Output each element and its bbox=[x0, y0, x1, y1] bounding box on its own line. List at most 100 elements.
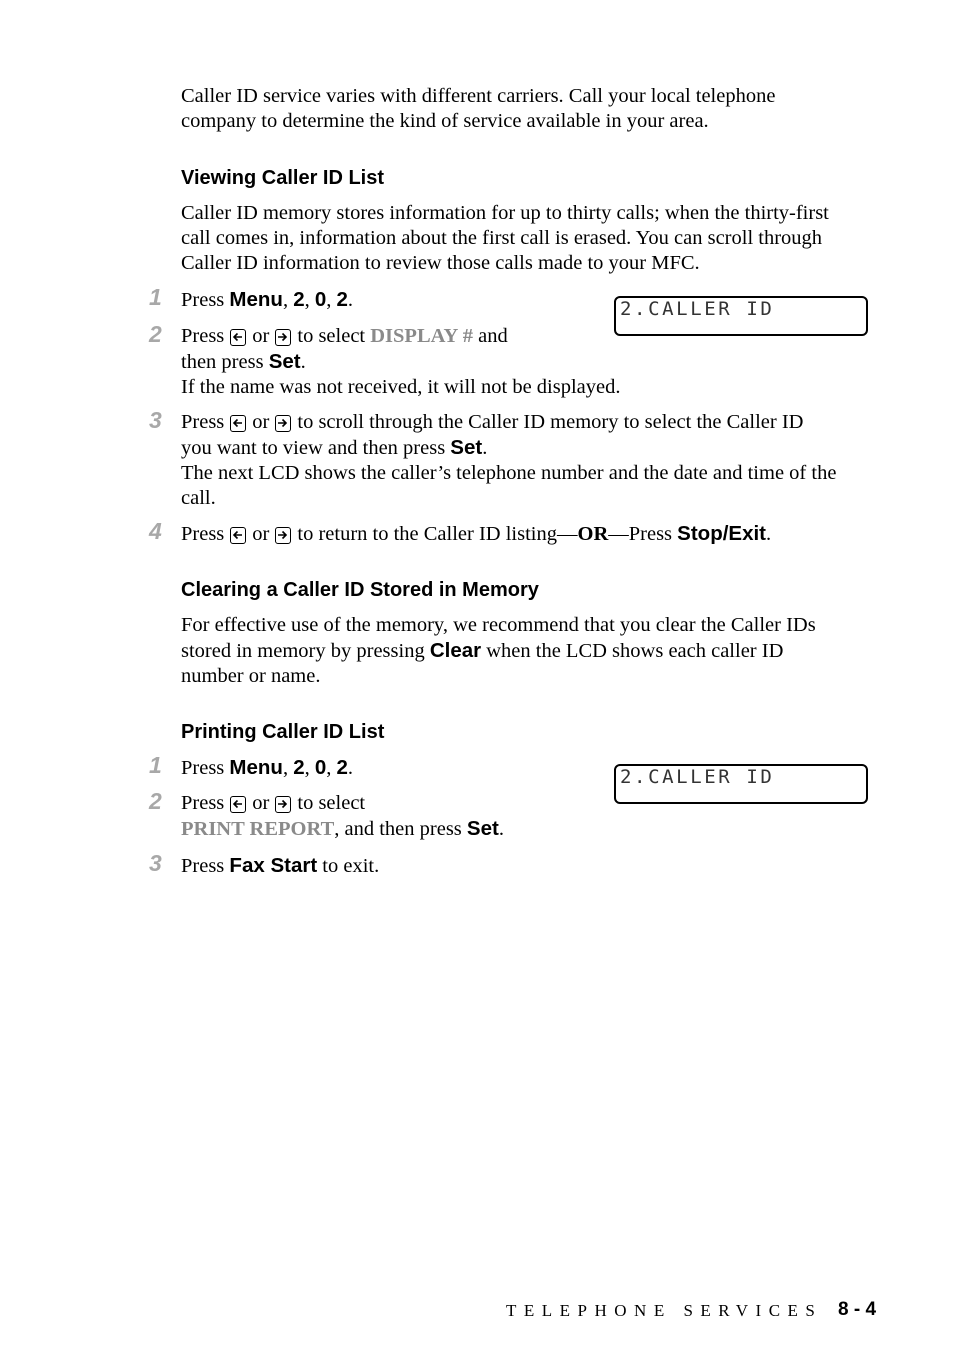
text-fragment: you want to view and then press bbox=[181, 437, 451, 459]
left-arrow-key-icon bbox=[230, 415, 247, 432]
print-step-2-text: Press or to select PRINT REPORT, and then … bbox=[181, 791, 504, 842]
section-heading-clearing: Clearing a Caller ID Stored in Memory bbox=[181, 579, 539, 601]
left-arrow-key-icon bbox=[230, 527, 247, 544]
text-fragment: , bbox=[282, 289, 294, 311]
intro-line: company to determine the kind of service… bbox=[181, 110, 709, 132]
text-fragment: 2 bbox=[336, 756, 348, 779]
text-fragment: , bbox=[304, 289, 315, 311]
step-number: 4 bbox=[149, 518, 162, 544]
text-fragment: or bbox=[252, 792, 270, 814]
menu-key-label: Menu bbox=[229, 288, 283, 311]
text-fragment: Press or to scroll through the Caller ID m… bbox=[181, 410, 881, 435]
text-fragment: Press or to select bbox=[181, 791, 504, 816]
step-3-text: Press or to scroll through the Caller ID m… bbox=[181, 410, 881, 511]
text-fragment: 0 bbox=[314, 756, 327, 779]
text-fragment: to return to the Caller ID listing— bbox=[297, 523, 578, 545]
text-fragment: For effective use of the memory, we reco… bbox=[181, 614, 816, 636]
paragraph-line: call comes in, information about the fir… bbox=[181, 227, 823, 249]
text-fragment: , bbox=[326, 757, 337, 779]
text-fragment: Press bbox=[181, 411, 225, 433]
text-fragment: you want to view and then press Set. bbox=[181, 435, 881, 461]
text-fragment: . bbox=[347, 289, 354, 311]
lcd-text: 2.CALLER ID bbox=[620, 298, 775, 320]
text-fragment: PRINT REPORT, and then press Set. bbox=[181, 816, 504, 842]
text-fragment: 2 bbox=[293, 288, 305, 311]
clearing-paragraph: For effective use of the memory, we reco… bbox=[181, 613, 816, 689]
lcd-option: PRINT REPORT bbox=[181, 818, 335, 840]
text-fragment: to scroll through the Caller ID memory t… bbox=[297, 411, 804, 433]
footer-section-title: TELEPHONE SERVICES bbox=[506, 1301, 823, 1320]
text-fragment: —Press bbox=[608, 523, 678, 545]
text-fragment: . bbox=[766, 523, 772, 545]
step-number: 3 bbox=[149, 850, 162, 876]
text-fragment: The next LCD shows the caller’s telephon… bbox=[181, 462, 837, 484]
text-fragment: to select bbox=[297, 792, 366, 814]
text-fragment: Press bbox=[181, 757, 230, 779]
text-fragment: number or name. bbox=[181, 665, 321, 687]
stop-exit-key-label: Stop/Exit bbox=[677, 522, 767, 545]
paragraph-line: Caller ID memory stores information for … bbox=[181, 202, 829, 224]
text-fragment: stored in memory by pressing bbox=[181, 640, 430, 662]
right-arrow-key-icon bbox=[275, 796, 292, 813]
lcd-text: 2.CALLER ID bbox=[620, 766, 775, 788]
text-fragment: . bbox=[347, 757, 354, 779]
text-fragment: 2 bbox=[293, 756, 305, 779]
text-fragment: 0 bbox=[314, 288, 327, 311]
text-fragment: Press bbox=[181, 855, 230, 877]
step-2-text: Press or to select DISPLAY # and then pres… bbox=[181, 324, 620, 400]
step-1-text: Press Menu, 2, 0, 2. bbox=[181, 288, 354, 311]
section-heading-viewing: Viewing Caller ID List bbox=[181, 167, 385, 189]
step-number: 1 bbox=[149, 284, 162, 310]
clear-key-label: Clear bbox=[429, 639, 482, 662]
text-fragment: or bbox=[252, 411, 270, 433]
text-fragment: OR bbox=[577, 523, 609, 545]
step-4-text: Press or to return to the Caller ID listin… bbox=[181, 521, 771, 547]
right-arrow-key-icon bbox=[275, 329, 292, 346]
text-fragment: . bbox=[482, 437, 488, 459]
fax-start-key-label: Fax Start bbox=[229, 854, 318, 877]
intro-line: Caller ID service varies with different … bbox=[181, 85, 776, 107]
step-number: 2 bbox=[149, 321, 162, 347]
right-arrow-key-icon bbox=[275, 415, 292, 432]
text-fragment: to exit. bbox=[317, 855, 380, 877]
text-fragment: Press bbox=[181, 792, 225, 814]
text-fragment: Press or to select DISPLAY # and bbox=[181, 324, 620, 349]
right-arrow-key-icon bbox=[275, 527, 292, 544]
paragraph-line: Caller ID information to review those ca… bbox=[181, 252, 700, 274]
text-fragment: then press Set. bbox=[181, 349, 620, 375]
viewing-paragraph: Caller ID memory stores information for … bbox=[181, 201, 829, 276]
step-number: 2 bbox=[149, 788, 162, 814]
text-fragment: If the name was not received, it will no… bbox=[181, 376, 621, 398]
text-fragment: then press bbox=[181, 351, 269, 373]
text-fragment: when the LCD shows each caller ID bbox=[481, 640, 784, 662]
text-fragment: , bbox=[282, 757, 294, 779]
left-arrow-key-icon bbox=[230, 796, 247, 813]
print-step-1-text: Press Menu, 2, 0, 2. bbox=[181, 755, 353, 781]
left-arrow-key-icon bbox=[230, 329, 247, 346]
text-fragment: , bbox=[304, 757, 315, 779]
lcd-display: 2.CALLER ID bbox=[614, 296, 868, 336]
section-heading-printing: Printing Caller ID List bbox=[181, 721, 385, 743]
set-key-label: Set bbox=[268, 350, 301, 373]
step-number: 1 bbox=[149, 752, 162, 778]
print-step-3-text: Press Fax Start to exit. bbox=[181, 853, 379, 879]
text-fragment: , and then press bbox=[334, 818, 467, 840]
set-key-label: Set bbox=[466, 817, 499, 840]
text-fragment: or bbox=[252, 325, 270, 347]
text-fragment: . bbox=[498, 818, 504, 840]
intro-paragraph: Caller ID service varies with different … bbox=[181, 84, 775, 134]
text-fragment: stored in memory by pressing Clear when … bbox=[181, 638, 816, 664]
lcd-display: 2.CALLER ID bbox=[614, 764, 868, 804]
text-fragment: to select bbox=[297, 325, 371, 347]
text-fragment: Press bbox=[181, 325, 225, 347]
text-fragment: or bbox=[252, 523, 270, 545]
set-key-label: Set bbox=[450, 436, 483, 459]
text-fragment: call. bbox=[181, 487, 216, 509]
text-fragment: Menu bbox=[229, 756, 283, 779]
text-fragment: Press bbox=[181, 523, 225, 545]
text-fragment: , bbox=[326, 289, 337, 311]
step-number: 3 bbox=[149, 407, 162, 433]
lcd-option: DISPLAY # bbox=[370, 325, 473, 347]
text-fragment: and bbox=[472, 325, 508, 347]
page-number: 8 - 4 bbox=[838, 1299, 877, 1320]
